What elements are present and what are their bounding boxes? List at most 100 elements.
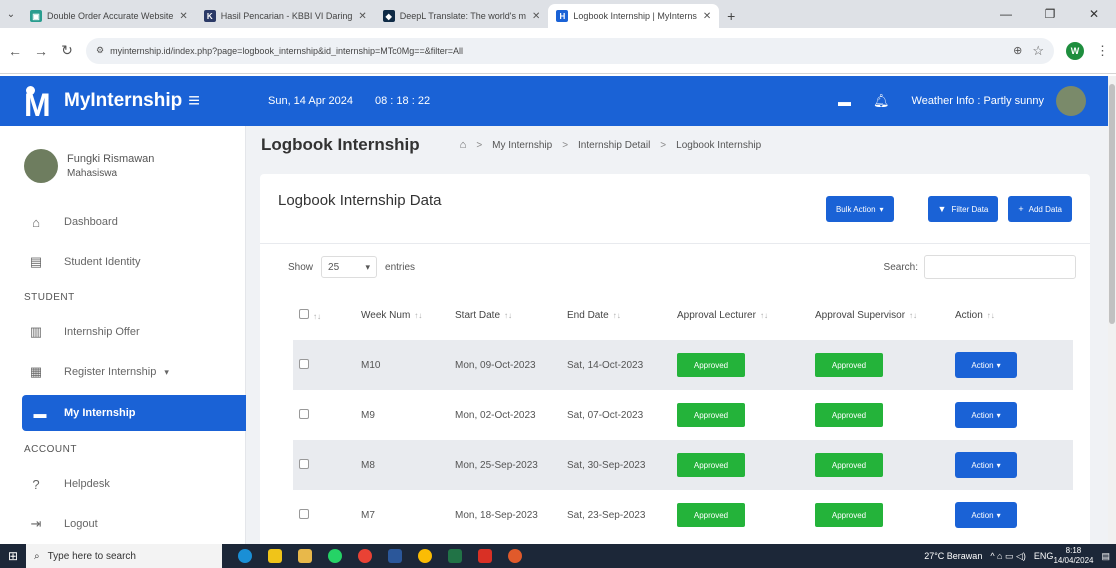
hamburger-menu-icon[interactable]: ≡ [188, 90, 200, 113]
column-label: Approval Supervisor [815, 309, 906, 321]
select-all-header[interactable]: ↑↓ [293, 290, 355, 340]
taskbar-app-chrome-icon[interactable] [410, 544, 440, 568]
row-checkbox[interactable] [299, 508, 309, 519]
back-icon[interactable]: ← [4, 40, 26, 62]
column-label: Approval Lecturer [677, 309, 756, 321]
bookmark-star-icon[interactable]: ☆ [1032, 43, 1044, 59]
clock-date: 14/04/2024 [1053, 556, 1094, 565]
row-checkbox[interactable] [299, 408, 309, 419]
row-checkbox[interactable] [299, 458, 309, 469]
sidebar-item-helpdesk[interactable]: ? Helpdesk [0, 464, 245, 504]
column-header-action[interactable]: Action ↑↓ [949, 290, 1073, 340]
breadcrumb-separator: > [562, 139, 569, 151]
datatable-controls: Show 25 ▾ entries Search: [260, 244, 1090, 290]
windows-start-icon[interactable]: ⊞ [0, 544, 26, 568]
taskbar-app-excel-icon[interactable] [440, 544, 470, 568]
maximize-icon[interactable]: ❐ [1028, 0, 1072, 28]
sidebar-item-dashboard[interactable]: ⌂ Dashboard [0, 202, 245, 242]
new-tab-icon[interactable]: + [719, 4, 743, 28]
column-header-week[interactable]: Week Num ↑↓ [355, 290, 449, 340]
browser-tab[interactable]: ▣ Double Order Accurate Website ✕ [22, 4, 196, 28]
card-actions: Bulk Action ▾ ▼ Filter Data + Add Data [816, 196, 1072, 222]
taskbar-app-chrome-icon[interactable] [350, 544, 380, 568]
select-all-checkbox[interactable] [299, 308, 309, 319]
column-header-start-date[interactable]: Start Date ↑↓ [449, 290, 561, 340]
weather-info: Weather Info : Partly sunny [911, 95, 1044, 107]
taskbar-search-placeholder: Type here to search [47, 550, 136, 562]
taskbar-app-pdf-icon[interactable] [470, 544, 500, 568]
search-input[interactable] [924, 255, 1076, 279]
close-tab-icon[interactable]: ✕ [179, 11, 187, 22]
taskbar-search-input[interactable]: ⌕ Type here to search [26, 544, 222, 568]
forward-icon[interactable]: → [30, 40, 52, 62]
row-action-button[interactable]: Action ▾ [955, 352, 1017, 378]
start-date-cell: Mon, 18-Sep-2023 [455, 509, 538, 521]
sidebar-item-logout[interactable]: ⇥ Logout [0, 504, 245, 544]
tab-search-icon[interactable]: ⌄ [0, 0, 22, 28]
reload-icon[interactable]: ↻ [56, 40, 78, 62]
tray-icons[interactable]: ^ ⌂ ▭ ◁) [990, 551, 1026, 562]
briefcase-icon[interactable]: ▬ [838, 94, 851, 109]
system-clock[interactable]: 8:18 14/04/2024 [1053, 546, 1093, 566]
row-action-button[interactable]: Action ▾ [955, 402, 1017, 428]
zoom-icon[interactable]: ⊕ [1013, 44, 1022, 57]
browser-tab[interactable]: ◆ DeepL Translate: The world's m ✕ [375, 4, 549, 28]
language-indicator[interactable]: ENG [1034, 551, 1054, 561]
close-window-icon[interactable]: ✕ [1072, 0, 1116, 28]
start-date-cell: Mon, 02-Oct-2023 [455, 409, 536, 421]
column-label: Week Num [361, 309, 411, 321]
breadcrumb-link[interactable]: My Internship [492, 140, 552, 151]
column-header-approval-lecturer[interactable]: Approval Lecturer ↑↓ [671, 290, 809, 340]
taskbar-app-store-icon[interactable] [260, 544, 290, 568]
browser-menu-icon[interactable]: ⋮ [1096, 43, 1109, 59]
url-input[interactable]: ⚙ myinternship.id/index.php?page=logbook… [86, 37, 1054, 64]
profile-avatar[interactable]: W [1066, 41, 1084, 60]
taskbar-app-word-icon[interactable] [380, 544, 410, 568]
taskbar-app-files-icon[interactable] [290, 544, 320, 568]
breadcrumb-link[interactable]: Internship Detail [578, 140, 650, 151]
site-info-icon[interactable]: ⚙ [96, 45, 104, 56]
approval-supervisor-badge: Approved [815, 353, 883, 377]
browser-tab[interactable]: K Hasil Pencarian - KBBI VI Daring ✕ [196, 4, 375, 28]
sort-icon: ↑↓ [612, 310, 621, 320]
notification-icon[interactable]: ▤ [1101, 551, 1110, 562]
close-tab-icon[interactable]: ✕ [703, 11, 711, 22]
sort-icon: ↑↓ [313, 311, 321, 321]
row-action-button[interactable]: Action ▾ [955, 502, 1017, 528]
close-tab-icon[interactable]: ✕ [358, 11, 366, 22]
current-date: Sun, 14 Apr 2024 [268, 95, 354, 107]
chevron-down-icon: ▾ [164, 366, 169, 377]
sidebar-item-register-internship[interactable]: ▦ Register Internship ▾ [0, 352, 245, 392]
table-row: M8 Mon, 25-Sep-2023 Sat, 30-Sep-2023 App… [293, 440, 1073, 490]
home-icon[interactable]: ⌂ [460, 139, 467, 151]
scrollbar-thumb[interactable] [1109, 84, 1115, 324]
add-data-button[interactable]: + Add Data [1008, 196, 1072, 222]
breadcrumb-separator: > [660, 139, 667, 151]
bell-icon[interactable]: 🔔︎ [873, 93, 890, 109]
week-cell: M8 [355, 440, 449, 490]
bulk-action-button[interactable]: Bulk Action ▾ [825, 196, 894, 222]
row-action-button[interactable]: Action ▾ [955, 452, 1017, 478]
close-tab-icon[interactable]: ✕ [532, 11, 540, 22]
sidebar-item-student-identity[interactable]: ▤ Student Identity [0, 242, 245, 282]
sidebar-item-internship-offer[interactable]: ▥ Internship Offer [0, 312, 245, 352]
taskbar-app-paint-icon[interactable] [500, 544, 530, 568]
sidebar-item-my-internship[interactable]: ▬ My Internship [22, 395, 246, 431]
chevron-down-icon: ▾ [365, 261, 371, 272]
page-scrollbar[interactable] [1108, 76, 1116, 544]
column-header-end-date[interactable]: End Date ↑↓ [561, 290, 671, 340]
filter-data-button[interactable]: ▼ Filter Data [927, 196, 999, 222]
row-checkbox[interactable] [299, 358, 309, 369]
taskbar-app-edge-icon[interactable] [230, 544, 260, 568]
chevron-down-icon: ▾ [996, 410, 1001, 420]
weather-tray[interactable]: 27°C Berawan [924, 551, 982, 561]
column-header-approval-supervisor[interactable]: Approval Supervisor ↑↓ [809, 290, 949, 340]
breadcrumb: ⌂ > My Internship > Internship Detail > … [460, 139, 762, 151]
entries-select[interactable]: 25 ▾ [321, 256, 378, 278]
minimize-icon[interactable]: — [984, 0, 1028, 28]
chevron-down-icon: ▾ [996, 510, 1001, 520]
sidebar-item-label: Student Identity [64, 256, 141, 268]
user-avatar[interactable] [1056, 86, 1086, 116]
browser-tab-active[interactable]: H Logbook Internship | MyInterns ✕ [548, 4, 720, 28]
taskbar-app-whatsapp-icon[interactable] [320, 544, 350, 568]
